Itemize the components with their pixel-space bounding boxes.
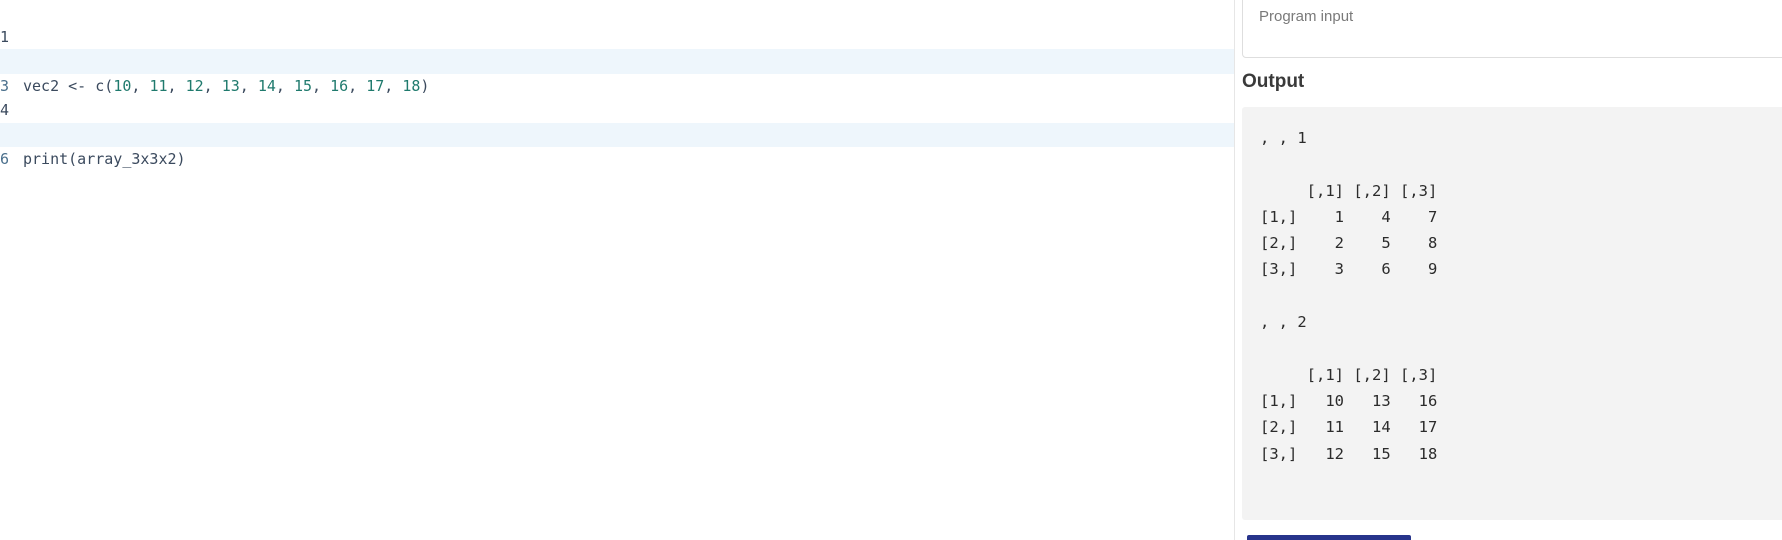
code-line[interactable]: 5 print(array_3x3x2): [0, 98, 1234, 169]
output-text: , , 1 [,1] [,2] [,3] [1,] 1 4 7 [2,] 2 5…: [1260, 129, 1438, 463]
code-line[interactable]: 1 vec1 <- c(1, 2, 3, 4, 5, 6, 7, 8, 9): [0, 0, 1234, 71]
run-button[interactable]: [1247, 535, 1411, 540]
program-input-placeholder: Program input: [1259, 8, 1354, 25]
code-line-highlighted[interactable]: 3: [0, 49, 1234, 95]
output-heading: Output: [1242, 71, 1305, 92]
io-panel: Program input Output , , 1 [,1] [,2] [,3…: [1235, 0, 1782, 540]
app-root: 1 vec1 <- c(1, 2, 3, 4, 5, 6, 7, 8, 9) 2…: [0, 0, 1782, 540]
output-panel: , , 1 [,1] [,2] [,3] [1,] 1 4 7 [2,] 2 5…: [1242, 107, 1782, 520]
code-line[interactable]: 2 vec2 <- c(10, 11, 12, 13, 14, 15, 16, …: [0, 25, 1234, 95]
program-input-field[interactable]: Program input: [1242, 0, 1782, 58]
code-line-active[interactable]: 6: [0, 122, 1234, 168]
code-line[interactable]: 4 array_3x3x2 <- array(c(vec1, vec2), di…: [0, 74, 1234, 144]
code-editor[interactable]: 1 vec1 <- c(1, 2, 3, 4, 5, 6, 7, 8, 9) 2…: [0, 0, 1234, 540]
line-number: 6: [0, 150, 10, 168]
